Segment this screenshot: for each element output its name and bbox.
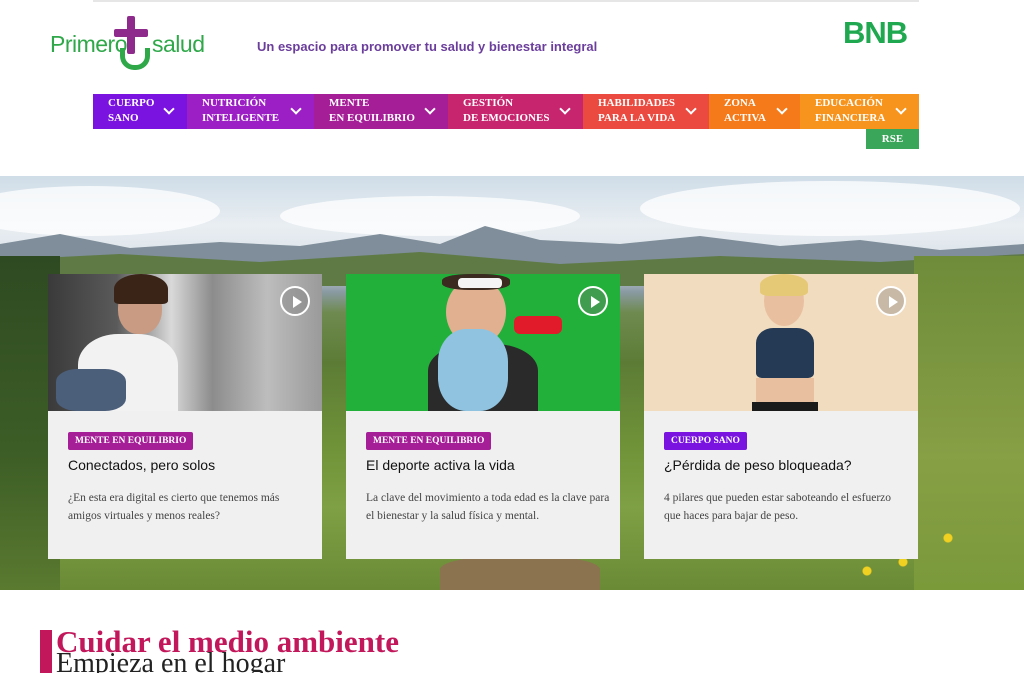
nav-item-rse[interactable]: RSE <box>866 129 919 149</box>
play-icon[interactable] <box>280 286 310 316</box>
main-nav: CUERPO SANO NUTRICIÓN INTELIGENTE MENTE … <box>93 94 919 129</box>
article-card-conectados[interactable]: MENTE EN EQUILIBRIO Conectados, pero sol… <box>48 274 322 559</box>
category-tag[interactable]: MENTE EN EQUILIBRIO <box>68 432 194 450</box>
person-jeans <box>56 369 126 411</box>
sports-bra <box>756 328 814 378</box>
trail <box>440 556 600 590</box>
person-hair <box>760 274 808 296</box>
nav-item-educacion-financiera[interactable]: EDUCACIÓN FINANCIERA <box>800 94 919 129</box>
article-title[interactable]: El deporte activa la vida <box>366 457 515 473</box>
nav-item-cuerpo-sano[interactable]: CUERPO SANO <box>93 94 187 129</box>
nav-item-zona-activa[interactable]: ZONA ACTIVA <box>709 94 800 129</box>
logo-cross-bar <box>114 29 148 37</box>
article-title[interactable]: ¿Pérdida de peso bloqueada? <box>664 457 852 473</box>
headband <box>458 278 502 288</box>
nav-label: CUERPO SANO <box>108 97 155 124</box>
person-hair <box>114 274 168 304</box>
article-card-deporte[interactable]: MENTE EN EQUILIBRIO El deporte activa la… <box>346 274 620 559</box>
article-card-perdida-peso[interactable]: CUERPO SANO ¿Pérdida de peso bloqueada? … <box>644 274 918 559</box>
section-accent-bar <box>40 630 52 673</box>
play-icon[interactable] <box>578 286 608 316</box>
article-description: La clave del movimiento a toda edad es l… <box>366 492 610 522</box>
towel <box>438 329 508 411</box>
top-divider <box>93 0 919 2</box>
nav-item-gestion-de-emociones[interactable]: GESTIÓN DE EMOCIONES <box>448 94 583 129</box>
section-subtitle: Empieza en el hogar <box>56 648 286 673</box>
play-icon[interactable] <box>876 286 906 316</box>
site-tagline: Un espacio para promover tu salud y bien… <box>257 39 598 54</box>
article-description: ¿En esta era digital es cierto que tenem… <box>68 492 280 522</box>
leggings <box>752 402 818 411</box>
nav-item-mente-en-equilibrio[interactable]: MENTE EN EQUILIBRIO <box>314 94 448 129</box>
article-description: 4 pilares que pueden estar saboteando el… <box>664 492 892 522</box>
article-title[interactable]: Conectados, pero solos <box>68 457 215 473</box>
category-tag[interactable]: CUERPO SANO <box>664 432 747 450</box>
category-tag[interactable]: MENTE EN EQUILIBRIO <box>366 432 492 450</box>
nav-item-habilidades-para-la-vida[interactable]: HABILIDADES PARA LA VIDA <box>583 94 709 129</box>
primero-tu-salud-logo[interactable]: Primero salud <box>50 14 225 74</box>
logo-tu-shape <box>120 48 150 70</box>
bnb-logo[interactable]: BNB <box>843 15 908 51</box>
dumbbell-icon <box>514 316 562 334</box>
nav-label: ZONA ACTIVA <box>724 97 766 124</box>
logo-word-salud: salud <box>152 31 205 57</box>
nav-item-nutricion-inteligente[interactable]: NUTRICIÓN INTELIGENTE <box>187 94 314 129</box>
